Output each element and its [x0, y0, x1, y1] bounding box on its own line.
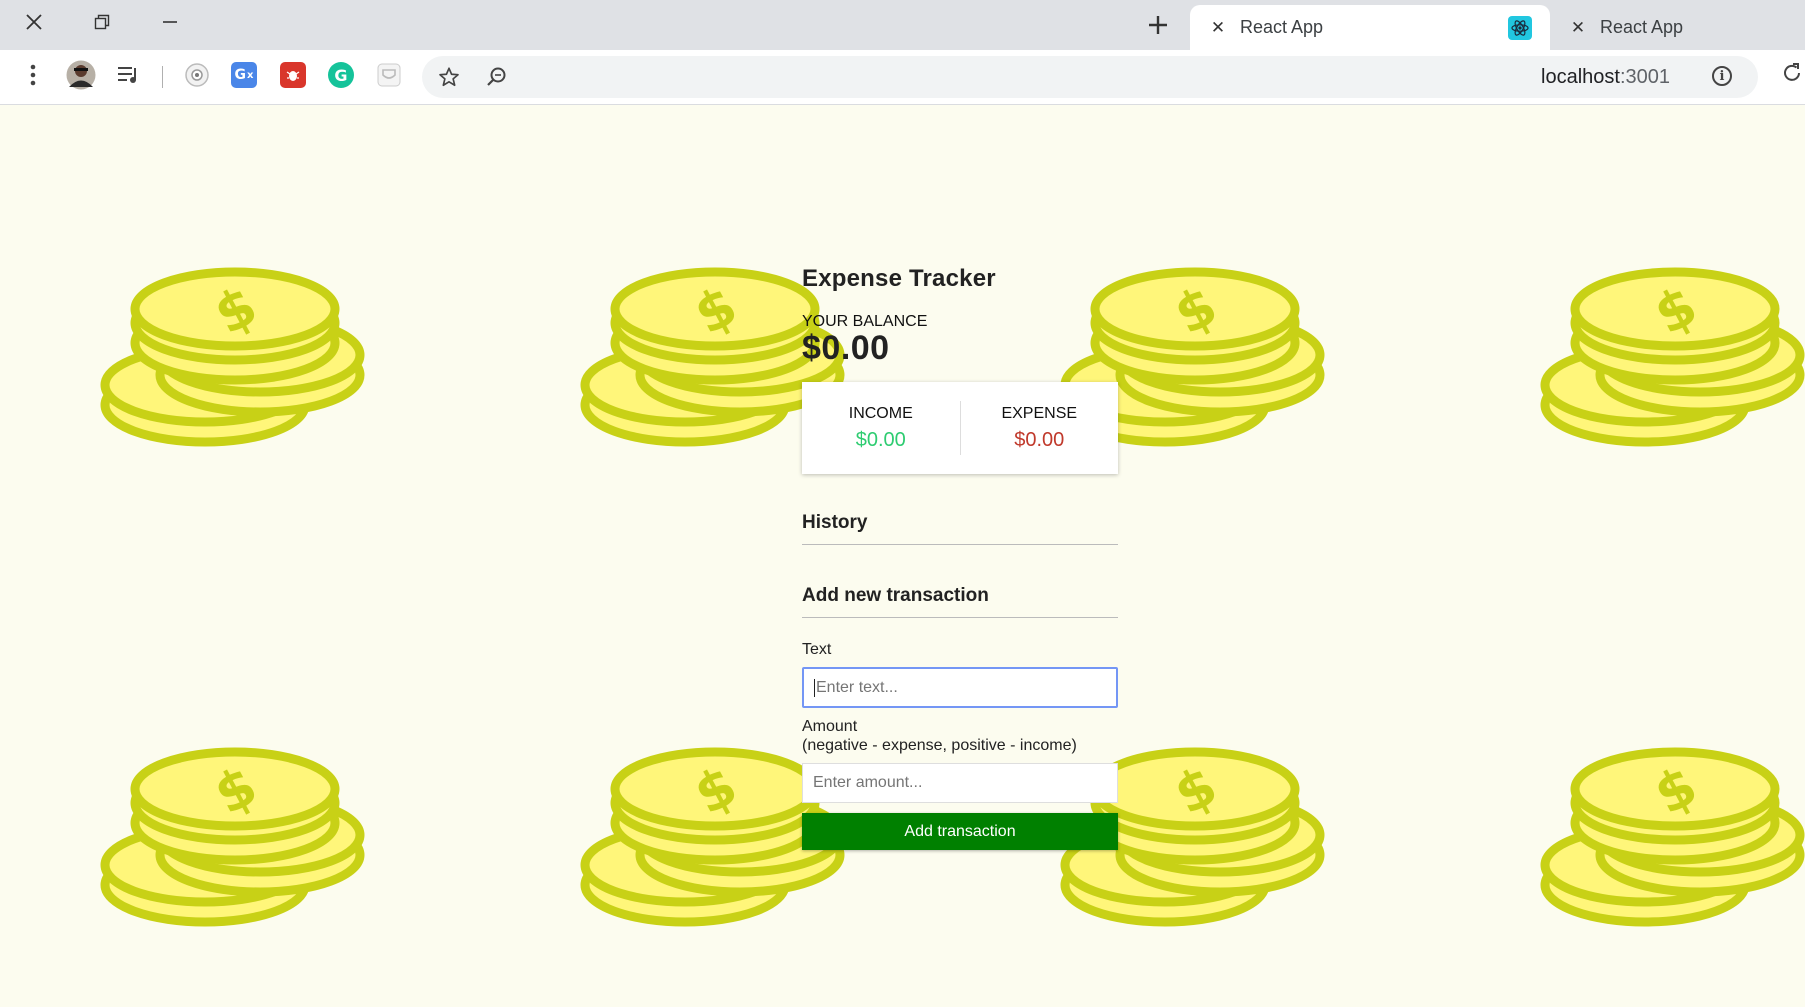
tab-close-icon[interactable]: ✕ [1566, 18, 1590, 38]
tab-close-icon[interactable]: ✕ [1206, 18, 1230, 38]
text-label: Text [802, 641, 832, 658]
add-transaction-heading: Add new transaction [802, 585, 1118, 618]
expense-tracker-container: Expense Tracker YOUR BALANCE $0.00 INCOM… [802, 265, 1118, 850]
history-heading: History [802, 512, 1118, 545]
url-host: localhost [1541, 66, 1620, 88]
tab-title: React App [1240, 17, 1324, 37]
browser-toolbar: Gx G localhost:3001 i [0, 50, 1805, 105]
tab-title: React App [1600, 17, 1684, 37]
income-label: INCOME [848, 404, 913, 422]
close-icon [26, 14, 42, 30]
tab-react-app[interactable]: ✕ React App [1550, 5, 1805, 50]
site-info-icon[interactable]: i [1712, 66, 1732, 86]
google-translate-icon[interactable]: Gx [227, 58, 261, 92]
expense-column: EXPENSE $0.00 [961, 405, 1119, 452]
toolbar-divider [162, 66, 163, 88]
pocket-extension-icon[interactable] [372, 58, 406, 92]
restore-window-button[interactable] [72, 0, 132, 44]
close-window-button[interactable] [4, 0, 64, 44]
coin-stack-icon [1540, 745, 1805, 930]
app-title: Expense Tracker [802, 265, 996, 292]
react-favicon-icon [1508, 15, 1532, 40]
media-control-icon[interactable] [112, 58, 146, 92]
amount-label: Amount [802, 718, 858, 735]
profile-avatar-icon[interactable] [64, 58, 98, 92]
amount-label-group: Amount (negative - expense, positive - i… [802, 717, 1118, 755]
camera-extension-icon[interactable] [180, 58, 214, 92]
expense-label: EXPENSE [1001, 404, 1078, 422]
amount-hint: (negative - expense, positive - income) [802, 737, 1077, 754]
coin-stack-icon [100, 265, 370, 450]
coin-stack-icon [1540, 265, 1805, 450]
add-transaction-button[interactable]: Add transaction [802, 813, 1118, 850]
text-input[interactable]: Enter text... [802, 667, 1118, 708]
minimize-icon [163, 21, 177, 23]
tab-strip: ✕ React App ✕ React App [0, 0, 1805, 50]
text-placeholder: Enter text... [816, 678, 898, 696]
amount-placeholder: Enter amount... [813, 774, 923, 791]
tab-react-app-active[interactable]: ✕ React App [1190, 5, 1550, 50]
address-bar[interactable]: localhost:3001 i [422, 56, 1758, 98]
expense-value: $0.00 [1014, 428, 1065, 451]
url-port: :3001 [1619, 66, 1670, 88]
bookmark-star-icon[interactable] [432, 60, 466, 94]
new-tab-button[interactable] [1138, 8, 1178, 42]
income-expense-card: INCOME $0.00 EXPENSE $0.00 [802, 382, 1118, 474]
menu-kebab-icon[interactable] [16, 58, 50, 92]
minimize-window-button[interactable] [140, 0, 200, 44]
restore-icon [94, 14, 110, 30]
page-viewport: $ Expense Tracker YOUR BALANCE $0.00 INC… [0, 105, 1805, 1007]
reload-icon[interactable] [1781, 62, 1803, 90]
grammarly-icon[interactable]: G [324, 58, 358, 92]
url-text[interactable]: localhost:3001 [1541, 66, 1670, 89]
zoom-search-icon[interactable] [480, 60, 514, 94]
income-value: $0.00 [855, 428, 906, 451]
coin-stack-icon [100, 745, 370, 930]
bug-extension-icon[interactable] [276, 58, 310, 92]
amount-input[interactable]: Enter amount... [802, 763, 1118, 803]
balance-value: $0.00 [802, 329, 890, 367]
text-caret [814, 678, 815, 697]
income-column: INCOME $0.00 [802, 405, 960, 452]
plus-icon [1149, 16, 1167, 34]
